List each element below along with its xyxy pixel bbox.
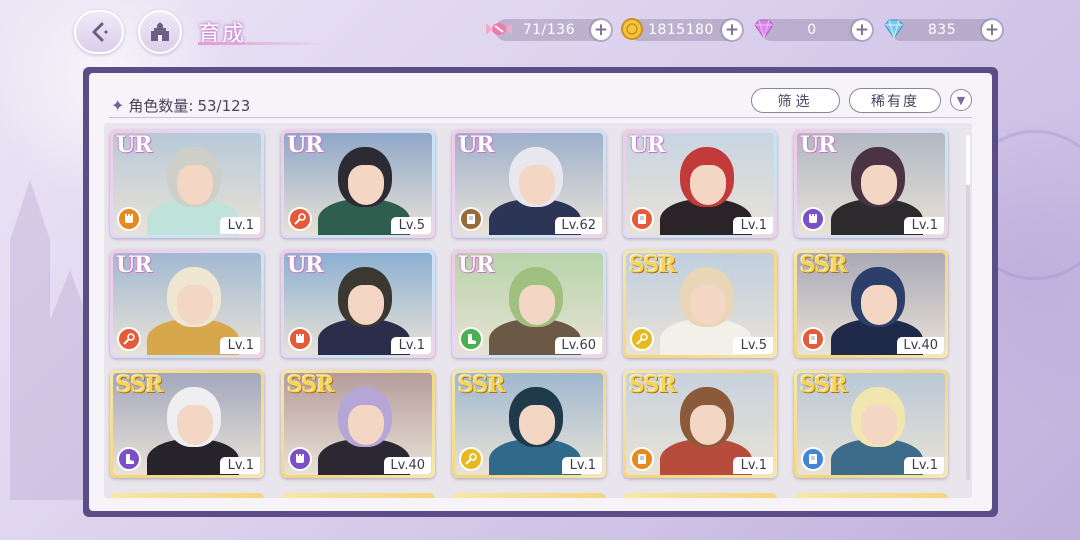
- castle-silhouette: [10, 180, 88, 500]
- character-card[interactable]: UR Lv.1: [794, 130, 948, 238]
- character-card[interactable]: SSR Lv.40: [794, 250, 948, 358]
- rarity-badge: UR: [800, 132, 836, 158]
- currency-pink-diamond: 0 +: [754, 19, 872, 41]
- book-icon: [630, 447, 654, 471]
- book-icon: [801, 327, 825, 351]
- header-divider: [109, 117, 972, 118]
- level-label: Lv.1: [733, 217, 773, 234]
- character-grid: UR Lv.1 UR Lv.5 UR Lv.62 UR Lv.1 UR Lv.1 UR Lv.1 UR L…: [104, 123, 972, 498]
- rarity-badge: UR: [116, 252, 152, 278]
- wand-icon: [459, 447, 483, 471]
- level-label: Lv.1: [220, 217, 260, 234]
- sparkle-icon: ✦: [111, 96, 125, 115]
- rarity-badge: UR: [116, 132, 152, 158]
- character-card[interactable]: UR Lv.1: [623, 130, 777, 238]
- rarity-badge: SSR: [629, 372, 677, 398]
- level-label: Lv.1: [391, 337, 431, 354]
- rarity-badge: UR: [629, 132, 665, 158]
- character-card[interactable]: UR Lv.5: [281, 130, 435, 238]
- character-panel-inner: ✦ 角色数量: 53/123 筛选 稀有度 ▼ UR Lv.1 UR Lv.5 UR Lv…: [89, 73, 992, 511]
- character-count: ✦ 角色数量: 53/123: [111, 95, 250, 116]
- boot-icon: [117, 447, 141, 471]
- currency-stamina: 71/136 +: [486, 19, 611, 41]
- blue-diamond-icon: [880, 15, 908, 43]
- fist-icon: [288, 327, 312, 351]
- character-panel: ✦ 角色数量: 53/123 筛选 稀有度 ▼ UR Lv.1 UR Lv.5 UR Lv…: [83, 67, 998, 517]
- level-label: Lv.5: [733, 337, 773, 354]
- rarity-badge: SSR: [458, 372, 506, 398]
- sort-rarity-button[interactable]: 稀有度: [849, 88, 941, 113]
- book-icon: [801, 447, 825, 471]
- add-stamina-button[interactable]: +: [591, 20, 611, 40]
- book-icon: [630, 207, 654, 231]
- character-card[interactable]: UR Lv.1: [110, 130, 264, 238]
- wand-icon: [117, 327, 141, 351]
- book-icon: [459, 207, 483, 231]
- rarity-badge: SSR: [800, 252, 848, 278]
- character-card[interactable]: SSR Lv.1: [452, 370, 606, 478]
- fist-icon: [288, 447, 312, 471]
- character-card-partial[interactable]: [281, 493, 435, 498]
- character-card[interactable]: SSR Lv.5: [623, 250, 777, 358]
- fist-icon: [801, 207, 825, 231]
- level-label: Lv.5: [391, 217, 431, 234]
- grid-scrollbar[interactable]: [966, 135, 970, 480]
- level-label: Lv.1: [220, 457, 260, 474]
- character-card-partial[interactable]: [452, 493, 606, 498]
- rarity-badge: UR: [458, 252, 494, 278]
- candy-icon: [485, 15, 513, 43]
- rarity-badge: SSR: [800, 372, 848, 398]
- character-card[interactable]: UR Lv.1: [281, 250, 435, 358]
- sort-direction-toggle[interactable]: ▼: [950, 89, 972, 111]
- rarity-badge: UR: [458, 132, 494, 158]
- add-blue-diamond-button[interactable]: +: [982, 20, 1002, 40]
- character-card[interactable]: SSR Lv.40: [281, 370, 435, 478]
- rarity-badge: SSR: [629, 252, 677, 278]
- rarity-badge: UR: [287, 132, 323, 158]
- character-card[interactable]: SSR Lv.1: [623, 370, 777, 478]
- character-count-label: 角色数量:: [128, 97, 194, 115]
- level-label: Lv.1: [904, 217, 944, 234]
- fist-icon: [117, 207, 141, 231]
- level-label: Lv.40: [897, 337, 944, 354]
- character-card-partial[interactable]: [794, 493, 948, 498]
- filter-button[interactable]: 筛选: [751, 88, 840, 113]
- gold-coin-icon: [618, 15, 646, 43]
- character-card[interactable]: SSR Lv.1: [794, 370, 948, 478]
- boot-icon: [459, 327, 483, 351]
- level-label: Lv.62: [555, 217, 602, 234]
- chevron-down-icon: ▼: [956, 93, 966, 107]
- title-underline: [198, 42, 328, 45]
- currency-gold: 1815180 +: [621, 18, 742, 41]
- back-arrow-icon: [92, 22, 108, 42]
- back-button[interactable]: [74, 10, 124, 54]
- level-label: Lv.1: [733, 457, 773, 474]
- add-pink-diamond-button[interactable]: +: [852, 20, 872, 40]
- wand-icon: [630, 327, 654, 351]
- character-card[interactable]: UR Lv.1: [110, 250, 264, 358]
- character-card[interactable]: UR Lv.62: [452, 130, 606, 238]
- rarity-badge: SSR: [116, 372, 164, 398]
- scrollbar-thumb[interactable]: [966, 135, 970, 185]
- level-label: Lv.1: [562, 457, 602, 474]
- character-card[interactable]: UR Lv.60: [452, 250, 606, 358]
- wand-icon: [288, 207, 312, 231]
- level-label: Lv.1: [220, 337, 260, 354]
- rarity-badge: UR: [287, 252, 323, 278]
- home-button[interactable]: [138, 10, 182, 54]
- character-card-partial[interactable]: [623, 493, 777, 498]
- level-label: Lv.1: [904, 457, 944, 474]
- level-label: Lv.40: [384, 457, 431, 474]
- add-gold-button[interactable]: +: [722, 20, 742, 40]
- level-label: Lv.60: [555, 337, 602, 354]
- currency-blue-diamond: 835 +: [884, 19, 1002, 41]
- rarity-badge: SSR: [287, 372, 335, 398]
- character-card[interactable]: SSR Lv.1: [110, 370, 264, 478]
- character-card-partial[interactable]: [110, 493, 264, 498]
- pink-diamond-icon: [750, 15, 778, 43]
- character-count-value: 53/123: [197, 96, 251, 115]
- castle-home-icon: [151, 22, 169, 41]
